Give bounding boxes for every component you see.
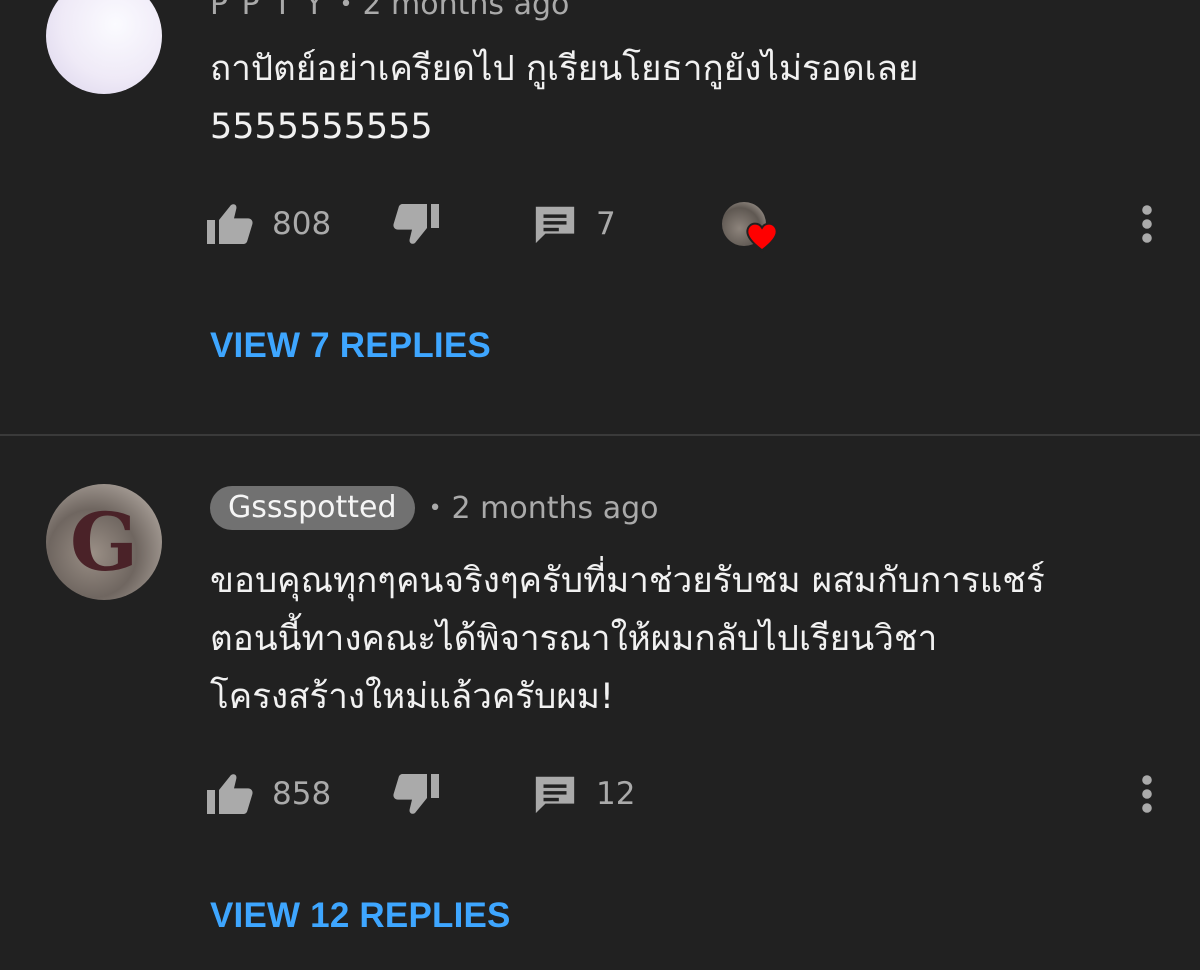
more-vert-icon <box>1141 774 1153 814</box>
reply-button[interactable]: 7 <box>532 194 616 254</box>
comment-text-line: โครงสร้างใหม่แล้วครับผม! <box>210 677 614 717</box>
dislike-button[interactable] <box>392 194 440 254</box>
comment-header: Gssspotted • 2 months ago <box>210 486 659 530</box>
comment-thread: P P T Y • 2 months ago ถาปัตย์อย่าเครียด… <box>0 0 1200 434</box>
comment-text: ถาปัตย์อย่าเครียดไป กูเรียนโยธากูยังไม่ร… <box>210 40 1170 156</box>
comment-thread: G Gssspotted • 2 months ago ขอบคุณทุกๆคน… <box>0 436 1200 970</box>
thumbs-down-icon <box>392 202 440 246</box>
reply-button[interactable]: 12 <box>532 764 635 824</box>
separator-dot: • <box>428 495 442 521</box>
comment-text-line: ตอนนี้ทางคณะได้พิจารณาให้ผมกลับไปเรียนวิ… <box>210 619 938 659</box>
comment-actions: 858 12 <box>0 764 1200 824</box>
reply-count: 12 <box>596 776 636 812</box>
creator-heart-badge <box>722 202 780 256</box>
heart-icon <box>746 222 778 256</box>
like-count: 808 <box>272 206 332 242</box>
view-replies-link[interactable]: VIEW 12 REPLIES <box>210 896 511 936</box>
comment-actions: 808 7 <box>0 194 1200 254</box>
comment-icon <box>532 771 578 817</box>
more-options-button[interactable] <box>1130 764 1164 824</box>
comment-time: 2 months ago <box>451 490 659 526</box>
comment-icon <box>532 201 578 247</box>
comment-text-line: 5555555555 <box>210 107 433 147</box>
comment-header: P P T Y • 2 months ago <box>210 0 569 26</box>
like-button[interactable]: 808 <box>206 194 331 254</box>
reply-count: 7 <box>596 206 616 242</box>
like-count: 858 <box>272 776 332 812</box>
thumbs-up-icon <box>206 202 254 246</box>
thumbs-down-icon <box>392 772 440 816</box>
avatar-initial: G <box>69 495 139 589</box>
comment-text-line: ขอบคุณทุกๆคนจริงๆครับที่มาช่วยรับชม ผสมก… <box>210 561 1045 601</box>
author-name[interactable]: Gssspotted <box>210 486 415 530</box>
comment-text-line: ถาปัตย์อย่าเครียดไป กูเรียนโยธากูยังไม่ร… <box>210 49 919 89</box>
thumbs-up-icon <box>206 772 254 816</box>
comments-page: P P T Y • 2 months ago ถาปัตย์อย่าเครียด… <box>0 0 1200 970</box>
more-vert-icon <box>1141 204 1153 244</box>
author-name[interactable]: P P T Y <box>210 0 325 22</box>
separator-dot: • <box>339 0 353 17</box>
more-options-button[interactable] <box>1130 194 1164 254</box>
view-replies-link[interactable]: VIEW 7 REPLIES <box>210 326 491 366</box>
avatar[interactable]: G <box>46 484 162 600</box>
dislike-button[interactable] <box>392 764 440 824</box>
comment-time: 2 months ago <box>362 0 570 22</box>
comment-text: ขอบคุณทุกๆคนจริงๆครับที่มาช่วยรับชม ผสมก… <box>210 552 1170 726</box>
like-button[interactable]: 858 <box>206 764 331 824</box>
avatar[interactable] <box>46 0 162 94</box>
